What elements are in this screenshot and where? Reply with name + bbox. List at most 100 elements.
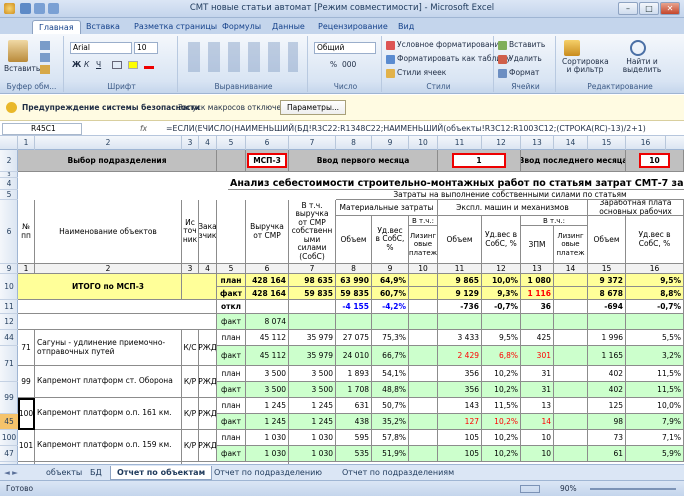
value-cell[interactable]: 9,5% — [482, 330, 521, 346]
row-kind[interactable]: план — [217, 398, 246, 414]
value-cell[interactable]: 51,9% — [372, 446, 409, 462]
value-cell[interactable]: 1 996 — [588, 330, 626, 346]
value-cell[interactable]: 66,7% — [372, 346, 409, 366]
object-name[interactable]: Капремонт платформ о.п. 161 км. — [35, 398, 182, 430]
value-cell[interactable] — [409, 398, 438, 414]
sheet-tab-object-report[interactable]: Отчет по объектам — [110, 466, 213, 480]
column-number-cell[interactable]: 6 — [246, 264, 289, 274]
value-cell[interactable]: 10 — [521, 446, 554, 462]
value-cell[interactable]: 57,8% — [372, 430, 409, 446]
row-header[interactable]: 5 — [0, 190, 18, 200]
blank-cell[interactable] — [18, 314, 217, 330]
value-cell[interactable]: 31 — [521, 382, 554, 398]
row-header[interactable]: 71 — [0, 346, 18, 382]
value-cell[interactable]: 535 — [336, 446, 372, 462]
value-cell[interactable]: 9,3% — [482, 287, 521, 300]
format-cells-button[interactable]: Формат — [498, 68, 539, 78]
column-number-cell[interactable]: 10 — [409, 264, 438, 274]
sheet-grid[interactable]: Выбор подразделения МСП-3 Ввод первого м… — [18, 150, 684, 474]
value-cell[interactable]: 13 — [521, 398, 554, 414]
column-number-cell[interactable]: 7 — [289, 264, 336, 274]
col-header[interactable]: 6 — [246, 136, 289, 150]
value-cell[interactable]: -0,7% — [626, 300, 684, 314]
value-cell[interactable]: 10,2% — [482, 414, 521, 430]
value-cell[interactable]: 7,9% — [626, 414, 684, 430]
value-cell[interactable]: 60,7% — [372, 287, 409, 300]
column-number-cell[interactable]: 11 — [438, 264, 482, 274]
value-cell[interactable]: 1 245 — [246, 414, 289, 430]
value-cell[interactable]: -4 155 — [336, 300, 372, 314]
column-number-cell[interactable]: 5 — [217, 264, 246, 274]
sheet-tab-objects[interactable]: объекты — [40, 466, 88, 480]
value-cell[interactable]: 98 635 — [289, 274, 336, 287]
font-size-select[interactable]: 10 — [134, 42, 158, 54]
value-cell[interactable] — [554, 446, 588, 462]
value-cell[interactable] — [246, 300, 289, 314]
value-cell[interactable]: 402 — [588, 382, 626, 398]
value-cell[interactable]: 1 030 — [289, 446, 336, 462]
value-cell[interactable]: 35,2% — [372, 414, 409, 430]
object-source[interactable]: К/Р — [182, 430, 199, 462]
last-month-input[interactable]: 10 — [639, 153, 670, 168]
value-cell[interactable] — [409, 274, 438, 287]
value-cell[interactable]: 7,1% — [626, 430, 684, 446]
value-cell[interactable]: 9 129 — [438, 287, 482, 300]
font-color-icon[interactable] — [144, 61, 154, 69]
value-cell[interactable]: 75,3% — [372, 330, 409, 346]
value-cell[interactable]: 11,5% — [626, 382, 684, 398]
value-cell[interactable] — [554, 330, 588, 346]
column-number-cell[interactable]: 13 — [521, 264, 554, 274]
value-cell[interactable]: 9 372 — [588, 274, 626, 287]
row-header[interactable]: 12 — [0, 314, 18, 330]
object-number[interactable]: 99 — [18, 366, 35, 398]
value-cell[interactable]: 59 835 — [289, 287, 336, 300]
row-kind[interactable]: факт — [217, 314, 246, 330]
value-cell[interactable]: 5,9% — [626, 446, 684, 462]
value-cell[interactable]: 1 245 — [289, 414, 336, 430]
value-cell[interactable]: 356 — [438, 382, 482, 398]
value-cell[interactable]: 45 112 — [246, 330, 289, 346]
insert-cells-button[interactable]: Вставить — [498, 40, 545, 50]
col-header[interactable]: 7 — [289, 136, 336, 150]
value-cell[interactable] — [554, 287, 588, 300]
sheet-tab-unit-report[interactable]: Отчет по подразделению — [208, 466, 328, 480]
object-number[interactable]: 71 — [18, 330, 35, 366]
value-cell[interactable] — [521, 314, 554, 330]
value-cell[interactable]: 428 164 — [246, 287, 289, 300]
value-cell[interactable]: 595 — [336, 430, 372, 446]
col-header[interactable]: 12 — [482, 136, 521, 150]
value-cell[interactable]: 54,1% — [372, 366, 409, 382]
col-header[interactable]: 16 — [626, 136, 666, 150]
value-cell[interactable] — [336, 314, 372, 330]
value-cell[interactable]: 50,7% — [372, 398, 409, 414]
column-number-cell[interactable]: 16 — [626, 264, 684, 274]
row-kind[interactable]: факт — [217, 346, 246, 366]
value-cell[interactable] — [554, 430, 588, 446]
sort-filter-button[interactable]: Сортировка и фильтр — [562, 58, 609, 74]
row-header[interactable]: 99 — [0, 382, 18, 414]
col-header[interactable]: 4 — [199, 136, 217, 150]
value-cell[interactable]: 9 865 — [438, 274, 482, 287]
value-cell[interactable]: 1 245 — [289, 398, 336, 414]
value-cell[interactable]: 1 080 — [521, 274, 554, 287]
value-cell[interactable]: 10,2% — [482, 366, 521, 382]
value-cell[interactable]: 64,9% — [372, 274, 409, 287]
row-header[interactable]: 6 — [0, 200, 18, 264]
tab-data[interactable]: Данные — [272, 20, 305, 34]
value-cell[interactable]: 2 429 — [438, 346, 482, 366]
value-cell[interactable]: 8,8% — [626, 287, 684, 300]
col-header[interactable]: 8 — [336, 136, 372, 150]
object-source[interactable]: К/С — [182, 330, 199, 366]
value-cell[interactable] — [554, 382, 588, 398]
minimize-button[interactable]: – — [618, 2, 638, 15]
normal-view-icon[interactable] — [520, 485, 540, 493]
row-kind[interactable]: факт — [217, 382, 246, 398]
object-name[interactable]: Капремонт платформ о.п. 159 км. — [35, 430, 182, 462]
row-header[interactable]: 10 — [0, 274, 18, 300]
value-cell[interactable]: 45 112 — [246, 346, 289, 366]
value-cell[interactable] — [409, 346, 438, 366]
total-label[interactable]: ИТОГО по МСП-3 — [35, 274, 182, 300]
value-cell[interactable]: 105 — [438, 446, 482, 462]
value-cell[interactable]: 35 979 — [289, 330, 336, 346]
value-cell[interactable]: 48,8% — [372, 382, 409, 398]
